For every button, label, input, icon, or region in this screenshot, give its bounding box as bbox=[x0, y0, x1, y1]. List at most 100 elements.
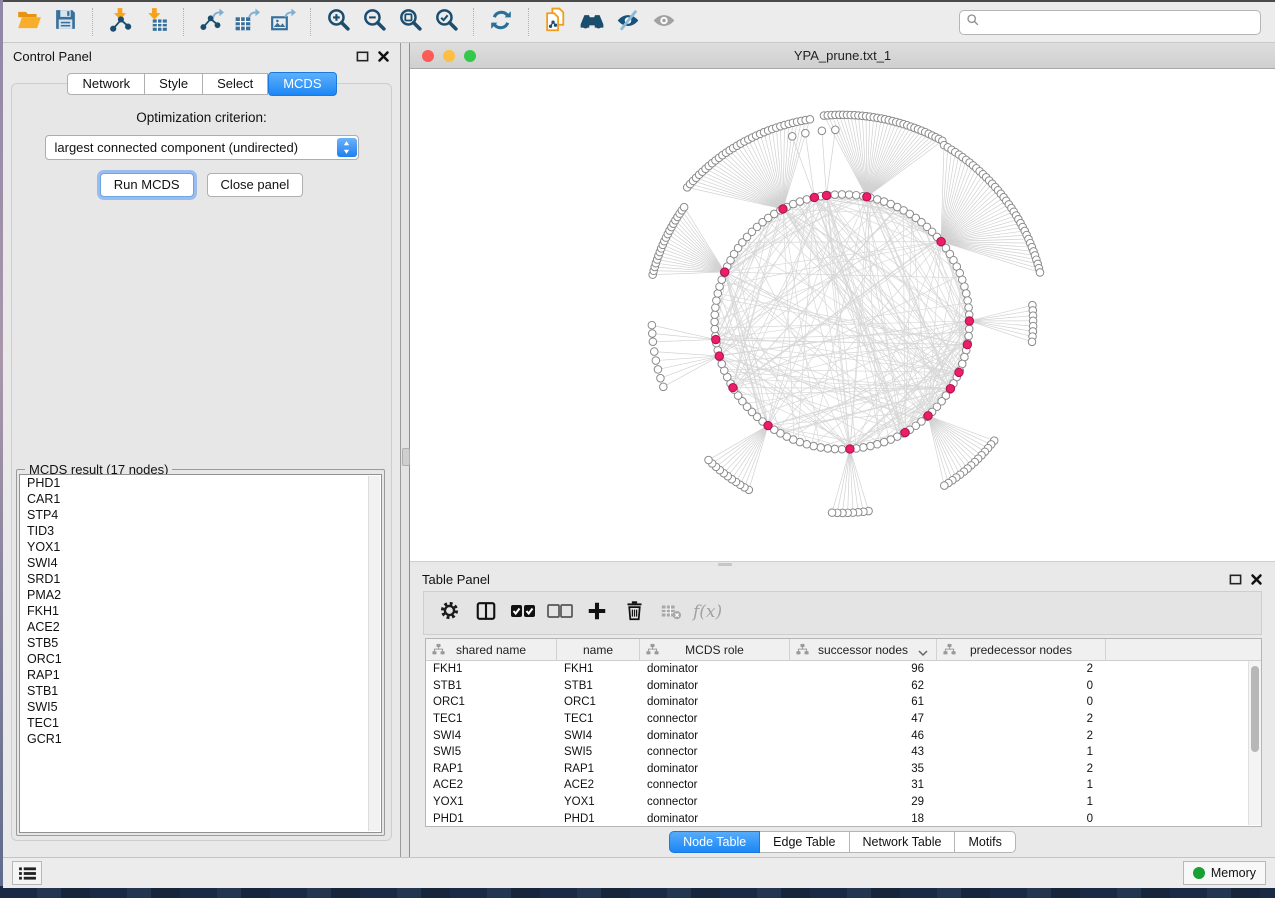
column-header-MCDS-role[interactable]: MCDS role bbox=[640, 639, 790, 660]
cell-shared-name[interactable]: STB1 bbox=[426, 680, 557, 692]
table-row[interactable]: RAP1RAP1dominator352 bbox=[426, 761, 1261, 778]
float-panel-icon[interactable] bbox=[355, 49, 369, 63]
tab-style[interactable]: Style bbox=[145, 73, 203, 95]
export-network-button[interactable] bbox=[193, 6, 229, 38]
cell-successor-nodes[interactable]: 47 bbox=[790, 713, 937, 725]
import-table-button[interactable] bbox=[138, 6, 174, 38]
cell-name[interactable]: ORC1 bbox=[557, 696, 640, 708]
mcds-result-item[interactable]: STB5 bbox=[20, 635, 381, 651]
cell-name[interactable]: FKH1 bbox=[557, 663, 640, 675]
column-header-name[interactable]: name bbox=[557, 639, 640, 660]
zoom-selected-button[interactable] bbox=[428, 6, 464, 38]
close-panel-icon[interactable] bbox=[376, 49, 390, 63]
table-row[interactable]: YOX1YOX1connector291 bbox=[426, 794, 1261, 811]
cell-successor-nodes[interactable]: 46 bbox=[790, 730, 937, 742]
cell-predecessor-nodes[interactable]: 2 bbox=[937, 713, 1106, 725]
refresh-button[interactable] bbox=[483, 6, 519, 38]
cell-MCDS-role[interactable]: dominator bbox=[640, 663, 790, 675]
network-canvas[interactable] bbox=[410, 69, 1275, 561]
tab-select[interactable]: Select bbox=[203, 73, 268, 95]
tab-node-table[interactable]: Node Table bbox=[669, 831, 760, 853]
cell-name[interactable]: SWI5 bbox=[557, 746, 640, 758]
cell-name[interactable]: SWI4 bbox=[557, 730, 640, 742]
cell-predecessor-nodes[interactable]: 1 bbox=[937, 779, 1106, 791]
mcds-result-item[interactable]: TEC1 bbox=[20, 715, 381, 731]
table-row[interactable]: FKH1FKH1dominator962 bbox=[426, 661, 1261, 678]
cell-successor-nodes[interactable]: 96 bbox=[790, 663, 937, 675]
mcds-result-item[interactable]: CAR1 bbox=[20, 491, 381, 507]
zoom-fit-button[interactable] bbox=[392, 6, 428, 38]
cell-MCDS-role[interactable]: connector bbox=[640, 796, 790, 808]
vertical-splitter[interactable] bbox=[401, 43, 410, 857]
select-all-button[interactable] bbox=[508, 598, 538, 628]
cell-predecessor-nodes[interactable]: 2 bbox=[937, 763, 1106, 775]
cell-shared-name[interactable]: ACE2 bbox=[426, 779, 557, 791]
table-scrollbar-thumb[interactable] bbox=[1251, 666, 1259, 752]
cell-predecessor-nodes[interactable]: 1 bbox=[937, 746, 1106, 758]
deselect-all-button[interactable] bbox=[545, 598, 575, 628]
add-column-button[interactable] bbox=[582, 598, 612, 628]
cell-MCDS-role[interactable]: dominator bbox=[640, 680, 790, 692]
table-scrollbar[interactable] bbox=[1248, 661, 1261, 825]
cell-name[interactable]: YOX1 bbox=[557, 796, 640, 808]
save-session-button[interactable] bbox=[47, 6, 83, 38]
mcds-result-item[interactable]: ORC1 bbox=[20, 651, 381, 667]
network-graph[interactable] bbox=[410, 69, 1275, 559]
mcds-result-item[interactable]: SWI5 bbox=[20, 699, 381, 715]
column-header-predecessor-nodes[interactable]: predecessor nodes bbox=[937, 639, 1106, 660]
cell-successor-nodes[interactable]: 29 bbox=[790, 796, 937, 808]
cell-predecessor-nodes[interactable]: 1 bbox=[937, 796, 1106, 808]
cell-successor-nodes[interactable]: 31 bbox=[790, 779, 937, 791]
cell-MCDS-role[interactable]: dominator bbox=[640, 696, 790, 708]
clone-network-button[interactable] bbox=[538, 6, 574, 38]
delete-column-button[interactable] bbox=[619, 598, 649, 628]
mcds-result-item[interactable]: TID3 bbox=[20, 523, 381, 539]
cell-shared-name[interactable]: TEC1 bbox=[426, 713, 557, 725]
mcds-result-item[interactable]: YOX1 bbox=[20, 539, 381, 555]
log-console-button[interactable] bbox=[12, 861, 42, 885]
splitter-grip[interactable] bbox=[718, 563, 732, 566]
cell-successor-nodes[interactable]: 35 bbox=[790, 763, 937, 775]
cell-shared-name[interactable]: PHD1 bbox=[426, 813, 557, 825]
mcds-result-item[interactable]: SWI4 bbox=[20, 555, 381, 571]
close-panel-button[interactable]: Close panel bbox=[207, 173, 304, 197]
mcds-result-item[interactable]: STB1 bbox=[20, 683, 381, 699]
zoom-in-button[interactable] bbox=[320, 6, 356, 38]
hide-selected-button[interactable] bbox=[610, 6, 646, 38]
mcds-result-item[interactable]: PHD1 bbox=[20, 475, 381, 491]
cell-predecessor-nodes[interactable]: 0 bbox=[937, 813, 1106, 825]
float-panel-icon[interactable] bbox=[1228, 572, 1242, 586]
mcds-result-item[interactable]: FKH1 bbox=[20, 603, 381, 619]
cell-name[interactable]: ACE2 bbox=[557, 779, 640, 791]
tab-motifs[interactable]: Motifs bbox=[955, 831, 1015, 853]
cell-shared-name[interactable]: ORC1 bbox=[426, 696, 557, 708]
cell-MCDS-role[interactable]: dominator bbox=[640, 813, 790, 825]
mcds-result-item[interactable]: SRD1 bbox=[20, 571, 381, 587]
search-input[interactable] bbox=[984, 14, 1254, 30]
optimization-criterion-select[interactable]: largest connected component (undirected) bbox=[45, 135, 359, 160]
table-row[interactable]: ORC1ORC1dominator610 bbox=[426, 694, 1261, 711]
cell-predecessor-nodes[interactable]: 0 bbox=[937, 680, 1106, 692]
cell-shared-name[interactable]: SWI4 bbox=[426, 730, 557, 742]
run-mcds-button[interactable]: Run MCDS bbox=[100, 173, 194, 197]
cell-name[interactable]: TEC1 bbox=[557, 713, 640, 725]
import-network-button[interactable] bbox=[102, 6, 138, 38]
cell-successor-nodes[interactable]: 43 bbox=[790, 746, 937, 758]
mcds-list-scrollbar[interactable] bbox=[368, 476, 380, 831]
columns-button[interactable] bbox=[471, 598, 501, 628]
cell-successor-nodes[interactable]: 18 bbox=[790, 813, 937, 825]
cell-name[interactable]: RAP1 bbox=[557, 763, 640, 775]
tab-edge-table[interactable]: Edge Table bbox=[760, 831, 849, 853]
export-image-button[interactable] bbox=[265, 6, 301, 38]
cell-shared-name[interactable]: RAP1 bbox=[426, 763, 557, 775]
cell-predecessor-nodes[interactable]: 2 bbox=[937, 663, 1106, 675]
tab-mcds[interactable]: MCDS bbox=[268, 72, 336, 96]
table-row[interactable]: SWI4SWI4dominator462 bbox=[426, 727, 1261, 744]
tab-network-table[interactable]: Network Table bbox=[850, 831, 956, 853]
mcds-result-item[interactable]: ACE2 bbox=[20, 619, 381, 635]
cell-predecessor-nodes[interactable]: 0 bbox=[937, 696, 1106, 708]
cell-predecessor-nodes[interactable]: 2 bbox=[937, 730, 1106, 742]
cell-MCDS-role[interactable]: dominator bbox=[640, 730, 790, 742]
column-header-shared-name[interactable]: shared name bbox=[426, 639, 557, 660]
mcds-result-item[interactable]: STP4 bbox=[20, 507, 381, 523]
